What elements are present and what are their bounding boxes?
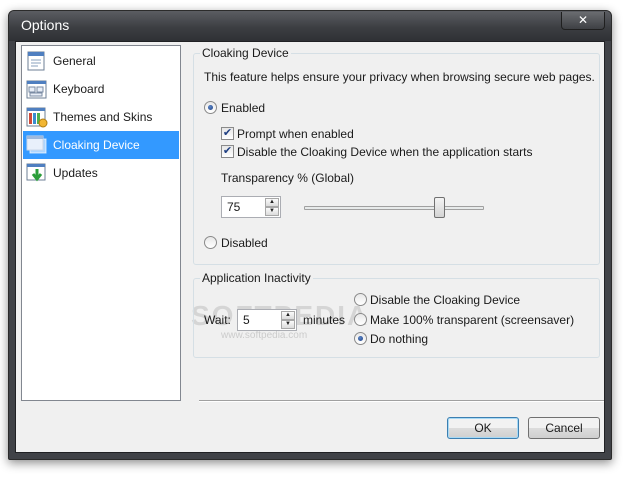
spin-down-button[interactable]: ▼ [265,207,279,216]
arrow-down-icon: ▼ [269,208,275,214]
application-inactivity-group: Application Inactivity Wait: 5 ▲ ▼ minut… [193,271,600,358]
inactivity-do-nothing-label[interactable]: Do nothing [370,332,428,346]
category-list: General Keyboard Themes and Skins Cloaki… [21,45,181,401]
title-bar[interactable]: Options ✕ [9,11,611,41]
enabled-label[interactable]: Enabled [221,101,265,115]
cloaking-icon [26,135,47,154]
transparency-slider-track[interactable] [304,206,484,210]
nav-item-general[interactable]: General [23,47,179,75]
disabled-label[interactable]: Disabled [221,236,268,250]
bottom-separator [199,400,604,402]
general-icon [27,51,45,71]
dialog-body: General Keyboard Themes and Skins Cloaki… [15,41,605,453]
prompt-when-enabled-label[interactable]: Prompt when enabled [237,127,354,141]
cloaking-device-group: Cloaking Device This feature helps ensur… [193,46,600,265]
cloaking-description: This feature helps ensure your privacy w… [204,70,595,84]
application-inactivity-group-title: Application Inactivity [200,271,313,285]
close-icon: ✕ [577,13,589,27]
wait-spin-buttons: ▲ ▼ [281,311,295,329]
checkmark-icon: ✔ [222,145,233,157]
cancel-button[interactable]: Cancel [528,417,600,439]
spin-up-button[interactable]: ▲ [281,311,295,320]
arrow-up-icon: ▲ [285,312,291,318]
cloaking-device-group-title: Cloaking Device [200,46,291,60]
wait-minutes-spinner[interactable]: 5 ▲ ▼ [237,309,297,331]
inactivity-do-nothing-radio[interactable] [354,332,367,345]
spin-down-button[interactable]: ▼ [281,320,295,329]
nav-item-themes[interactable]: Themes and Skins [23,103,179,131]
transparency-spinner[interactable]: 75 ▲ ▼ [221,196,281,218]
disable-on-start-label[interactable]: Disable the Cloaking Device when the app… [237,145,533,159]
nav-label-themes: Themes and Skins [53,110,153,124]
close-button[interactable]: ✕ [561,12,605,30]
nav-item-keyboard[interactable]: Keyboard [23,75,179,103]
minutes-label: minutes [303,313,346,327]
spin-up-button[interactable]: ▲ [265,198,279,207]
nav-label-keyboard: Keyboard [53,82,105,96]
checkmark-icon: ✔ [222,127,233,139]
disabled-radio[interactable] [204,236,217,249]
nav-item-cloaking-device[interactable]: Cloaking Device [23,131,179,159]
inactivity-disable-cloaking-radio[interactable] [354,293,367,306]
nav-label-general: General [53,54,96,68]
arrow-down-icon: ▼ [285,321,291,327]
transparency-label: Transparency % (Global) [221,171,354,185]
wait-minutes-value[interactable]: 5 [243,313,250,327]
inactivity-transparent-radio[interactable] [354,313,367,326]
nav-label-updates: Updates [53,166,98,180]
prompt-when-enabled-checkbox[interactable]: ✔ [221,127,234,140]
nav-item-updates[interactable]: Updates [23,159,179,187]
options-window: Options ✕ General Keyboard Themes and Sk… [8,10,612,460]
inactivity-transparent-label[interactable]: Make 100% transparent (screensaver) [370,313,574,327]
enabled-radio[interactable] [204,101,217,114]
themes-icon [26,107,48,128]
ok-button[interactable]: OK [447,417,519,439]
window-title: Options [21,17,70,33]
transparency-value[interactable]: 75 [227,200,240,214]
disable-on-start-checkbox[interactable]: ✔ [221,145,234,158]
arrow-up-icon: ▲ [269,199,275,205]
transparency-slider-thumb[interactable] [434,197,445,218]
updates-icon [26,163,46,182]
wait-label: Wait: [204,313,231,327]
inactivity-disable-cloaking-label[interactable]: Disable the Cloaking Device [370,293,520,307]
nav-label-cloaking-device: Cloaking Device [53,138,140,152]
keyboard-icon [26,80,47,99]
transparency-spin-buttons: ▲ ▼ [265,198,279,216]
